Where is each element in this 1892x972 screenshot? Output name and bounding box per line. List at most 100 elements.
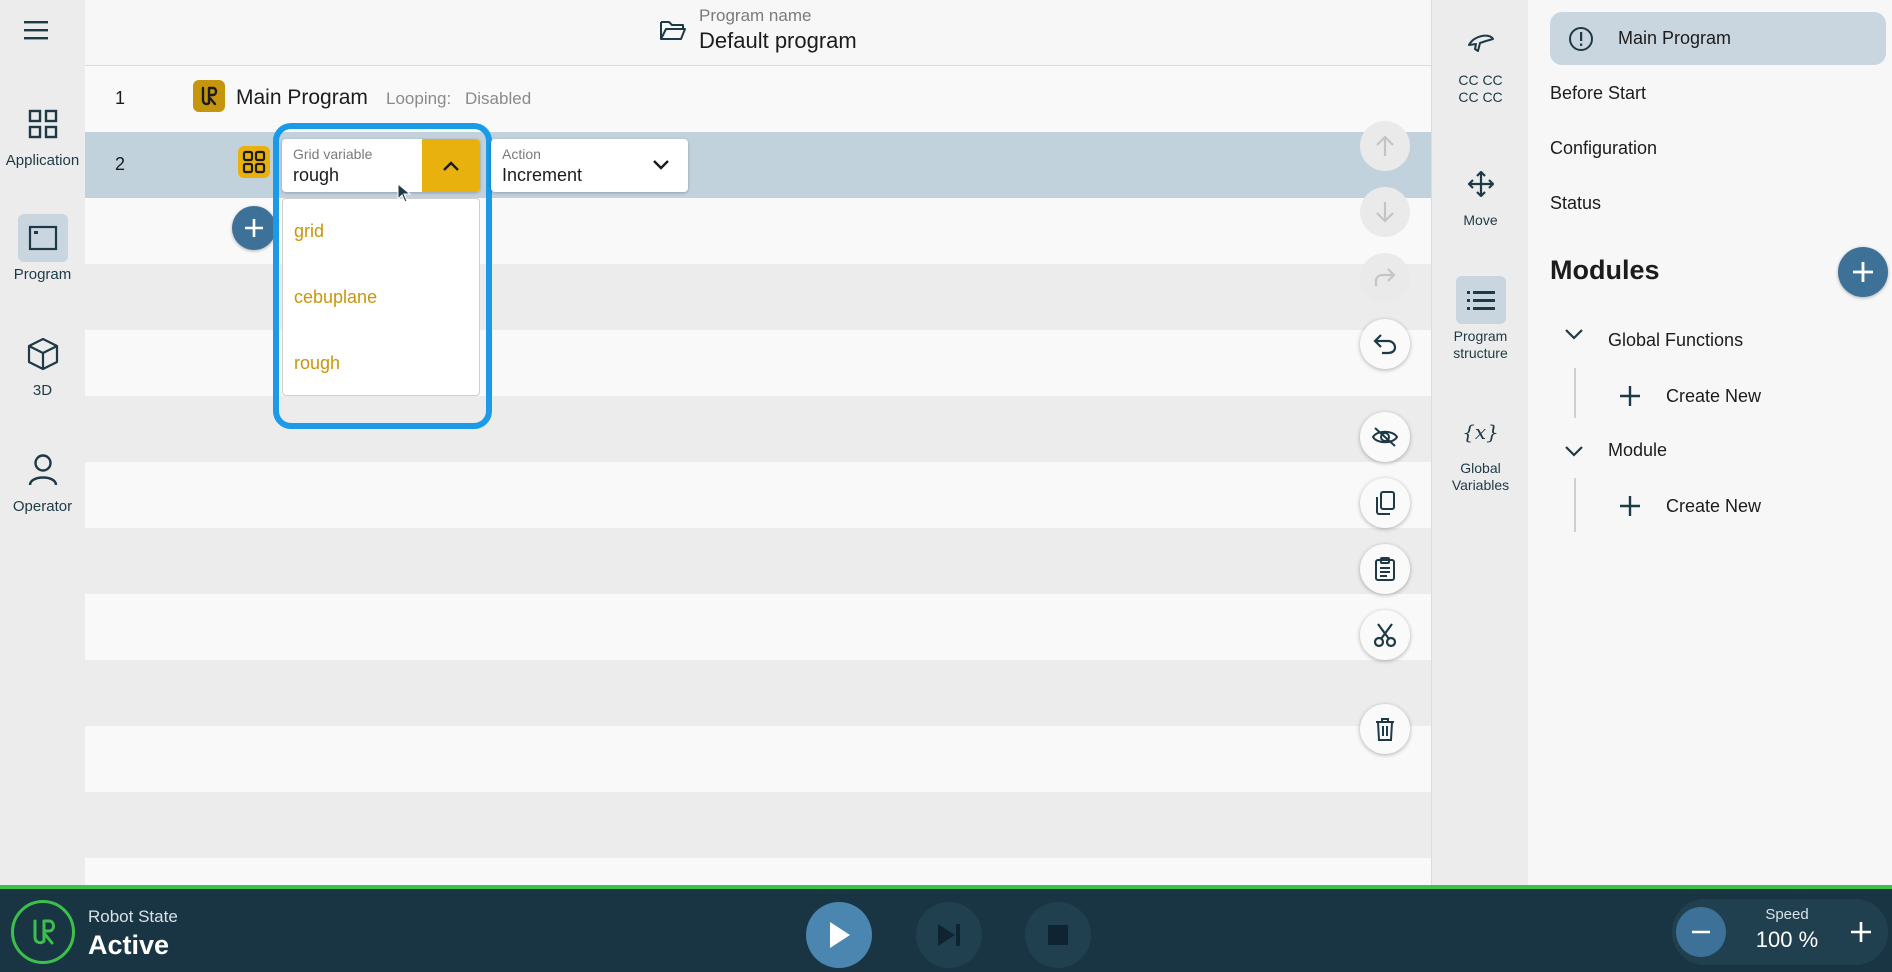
module-group-name[interactable]: Global Functions [1608, 330, 1743, 351]
tool-label-line1: Global [1460, 460, 1501, 476]
tree-guide-line [1574, 478, 1576, 532]
ur-logo-icon [193, 80, 225, 112]
add-module-button[interactable] [1838, 247, 1888, 297]
dropdown-option[interactable]: grid [294, 221, 324, 242]
program-row [85, 660, 1431, 726]
alert-circle-icon [1569, 27, 1593, 51]
nav-item-program[interactable]: Program [0, 214, 85, 283]
mouse-cursor-icon [397, 182, 412, 203]
clipboard-icon [1375, 557, 1395, 581]
eye-off-icon [1371, 427, 1399, 447]
plus-icon [1851, 922, 1871, 942]
robot-state-value: Active [88, 930, 170, 960]
step-button[interactable] [916, 902, 982, 968]
row-number: 2 [115, 154, 126, 174]
play-icon [830, 922, 850, 948]
tool-column: CC CC CC CC Move Program structure {x} G… [1431, 0, 1528, 885]
nav-item-label: Operator [12, 498, 73, 515]
grid-variable-value: rough [293, 165, 340, 185]
row-title: Main Program [236, 86, 368, 109]
nav-item-label: 3D [32, 382, 53, 399]
tool-label-line1: Program [1453, 328, 1508, 344]
window-icon [17, 214, 68, 262]
speed-label: Speed [1765, 906, 1809, 923]
chevron-down-icon [1565, 329, 1583, 340]
list-icon [1455, 276, 1506, 324]
variable-icon: {x} [1462, 419, 1499, 444]
dropdown-toggle-button[interactable] [422, 139, 480, 192]
structure-panel: Main Program Before Start Configuration … [1528, 0, 1892, 885]
stop-button[interactable] [1025, 902, 1091, 968]
structure-item-status[interactable]: Status [1550, 193, 1601, 214]
action-select[interactable]: Action Increment [491, 139, 688, 192]
plus-icon [1618, 384, 1642, 408]
move-down-button[interactable] [1360, 187, 1410, 237]
modules-title: Modules [1550, 255, 1660, 285]
move-up-button[interactable] [1360, 121, 1410, 171]
module-group-toggle[interactable] [1564, 445, 1584, 457]
tree-guide-line [1574, 368, 1576, 418]
trash-icon [1376, 718, 1394, 741]
chevron-up-icon [443, 160, 459, 171]
program-row [85, 462, 1431, 528]
scissors-icon [1373, 623, 1397, 648]
nav-item-3d[interactable]: 3D [0, 330, 85, 399]
grid-variable-select[interactable]: Grid variable rough [282, 139, 480, 192]
chevron-down-icon [1565, 446, 1583, 457]
redo-button[interactable] [1360, 253, 1410, 303]
dropdown-option[interactable]: rough [294, 353, 340, 374]
structure-item-configuration[interactable]: Configuration [1550, 138, 1657, 159]
left-navigation: Application Program 3D Operator [0, 0, 85, 885]
undo-button[interactable] [1360, 319, 1410, 369]
create-new-button[interactable]: Create New [1666, 386, 1761, 407]
looping-label: Looping: [386, 89, 452, 108]
paste-button[interactable] [1360, 544, 1410, 594]
tool-label-line1: CC CC [1458, 72, 1503, 88]
tool-move[interactable]: Move [1432, 160, 1529, 229]
module-group-toggle[interactable] [1564, 328, 1584, 340]
tool-global-variables[interactable]: {x} Global Variables [1432, 408, 1529, 494]
nav-item-application[interactable]: Application [0, 100, 85, 169]
structure-item-main-program[interactable]: Main Program [1550, 12, 1886, 65]
plus-icon [1618, 494, 1642, 518]
person-icon [18, 446, 68, 494]
create-new-button[interactable]: Create New [1666, 496, 1761, 517]
arrow-down-icon [1376, 202, 1394, 223]
copy-button[interactable] [1360, 478, 1410, 528]
chevron-down-icon [653, 160, 669, 170]
move-icon [1456, 160, 1506, 208]
folder-open-icon [660, 21, 686, 40]
grid-node-icon [238, 146, 270, 178]
action-label: Action [502, 146, 541, 162]
module-group-name[interactable]: Module [1608, 440, 1667, 461]
robot-state-indicator[interactable] [11, 900, 75, 964]
hide-button[interactable] [1360, 412, 1410, 462]
program-row [85, 594, 1431, 660]
undo-icon [1373, 334, 1397, 355]
speed-value: 100 % [1755, 927, 1819, 952]
structure-item-label: Main Program [1618, 28, 1732, 48]
delete-button[interactable] [1360, 704, 1410, 754]
minus-icon [1692, 930, 1710, 934]
program-row [85, 858, 1431, 885]
hamburger-menu-button[interactable] [22, 18, 52, 42]
speed-control: Speed 100 % [1672, 899, 1888, 965]
play-button[interactable] [806, 902, 872, 968]
decrease-speed-button[interactable] [1676, 907, 1726, 957]
nav-item-operator[interactable]: Operator [0, 446, 85, 515]
tool-gripper[interactable]: CC CC CC CC [1432, 20, 1529, 106]
arrow-up-icon [1376, 135, 1394, 156]
increase-speed-button[interactable] [1836, 907, 1886, 957]
row-number: 1 [115, 88, 126, 108]
tool-program-structure[interactable]: Program structure [1432, 276, 1529, 362]
cut-button[interactable] [1360, 610, 1410, 660]
add-node-button[interactable] [232, 206, 276, 250]
bottom-status-bar: Robot State Active Speed 100 % [0, 885, 1892, 972]
open-program-button[interactable]: Program name Default program [659, 6, 899, 60]
program-row[interactable]: 1 Main Program Looping: Disabled [85, 66, 1431, 132]
robot-state-label: Robot State [88, 907, 178, 926]
tool-label-line2: structure [1453, 345, 1508, 361]
structure-item-before-start[interactable]: Before Start [1550, 83, 1646, 104]
dropdown-option[interactable]: cebuplane [294, 287, 377, 308]
plus-icon [245, 219, 263, 237]
